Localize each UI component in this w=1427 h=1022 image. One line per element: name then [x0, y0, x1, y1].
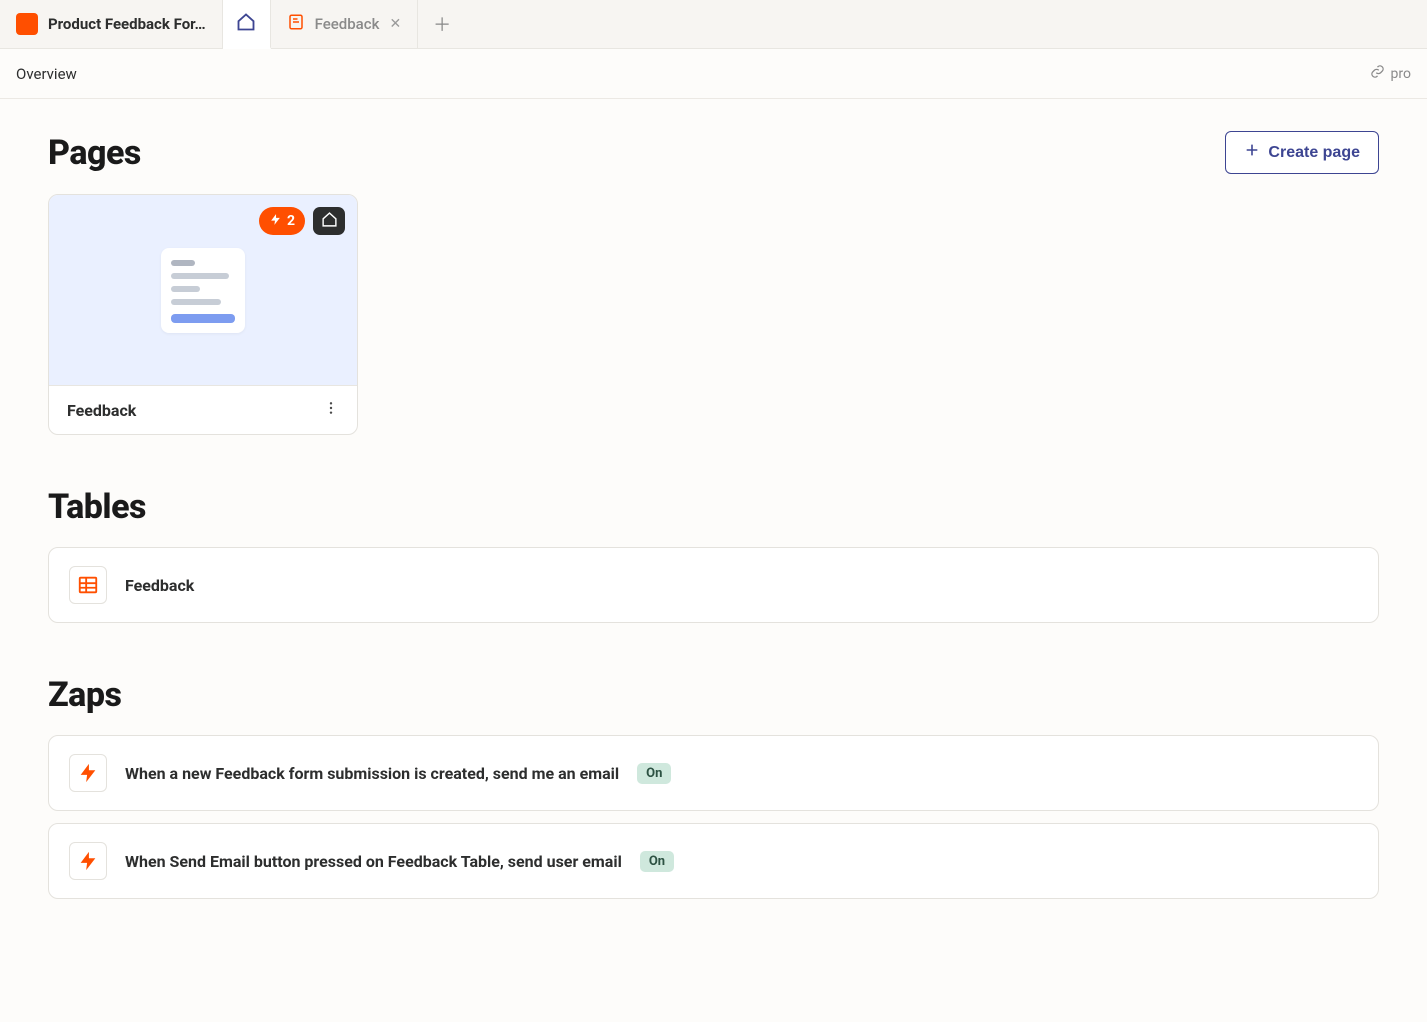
plus-icon: ＋ [433, 11, 451, 37]
breadcrumb-overview[interactable]: Overview [16, 65, 77, 83]
table-row-feedback[interactable]: Feedback [48, 547, 1379, 623]
page-preview: 2 [49, 195, 357, 385]
create-page-label: Create page [1268, 144, 1360, 162]
zap-title: When a new Feedback form submission is c… [125, 764, 619, 783]
create-page-button[interactable]: Create page [1225, 131, 1379, 174]
secondary-bar: Overview pro [0, 49, 1427, 99]
zap-row[interactable]: When a new Feedback form submission is c… [48, 735, 1379, 811]
tab-feedback-label: Feedback [315, 15, 380, 33]
home-icon [321, 211, 338, 232]
page-card-menu-button[interactable] [323, 400, 339, 420]
section-pages: Pages Create page 2 [48, 131, 1379, 435]
bolt-icon [269, 213, 282, 230]
badge-count-text: 2 [287, 213, 295, 229]
page-card-feedback[interactable]: 2 Feedback [48, 194, 358, 435]
bolt-icon [69, 754, 107, 792]
project-icon [16, 13, 38, 35]
table-icon [69, 566, 107, 604]
zap-row[interactable]: When Send Email button pressed on Feedba… [48, 823, 1379, 899]
status-badge: On [640, 851, 674, 872]
link-text: pro [1391, 66, 1411, 82]
tab-project[interactable]: Product Feedback For… [0, 0, 223, 48]
main-content: Pages Create page 2 [0, 99, 1427, 983]
page-icon [287, 13, 305, 35]
page-card-name: Feedback [67, 401, 136, 420]
tab-add[interactable]: ＋ [418, 0, 466, 48]
project-title: Product Feedback For… [48, 15, 206, 33]
tab-bar: Product Feedback For… Feedback ✕ ＋ [0, 0, 1427, 49]
badge-zap-count: 2 [259, 207, 305, 235]
plus-icon [1244, 142, 1260, 163]
zaps-heading: Zaps [48, 675, 121, 715]
preview-document-icon [161, 248, 245, 333]
link-icon [1370, 64, 1385, 83]
bolt-icon [69, 842, 107, 880]
tab-home[interactable] [223, 0, 271, 49]
link-area[interactable]: pro [1370, 64, 1411, 83]
badge-home [313, 207, 345, 235]
tab-feedback[interactable]: Feedback ✕ [271, 0, 419, 48]
home-icon [236, 12, 256, 36]
section-zaps: Zaps When a new Feedback form submission… [48, 675, 1379, 899]
pages-heading: Pages [48, 133, 141, 173]
close-icon[interactable]: ✕ [389, 16, 401, 32]
zap-title: When Send Email button pressed on Feedba… [125, 852, 622, 871]
tables-heading: Tables [48, 487, 146, 527]
section-tables: Tables Feedback [48, 487, 1379, 623]
table-name: Feedback [125, 576, 194, 595]
status-badge: On [637, 763, 671, 784]
